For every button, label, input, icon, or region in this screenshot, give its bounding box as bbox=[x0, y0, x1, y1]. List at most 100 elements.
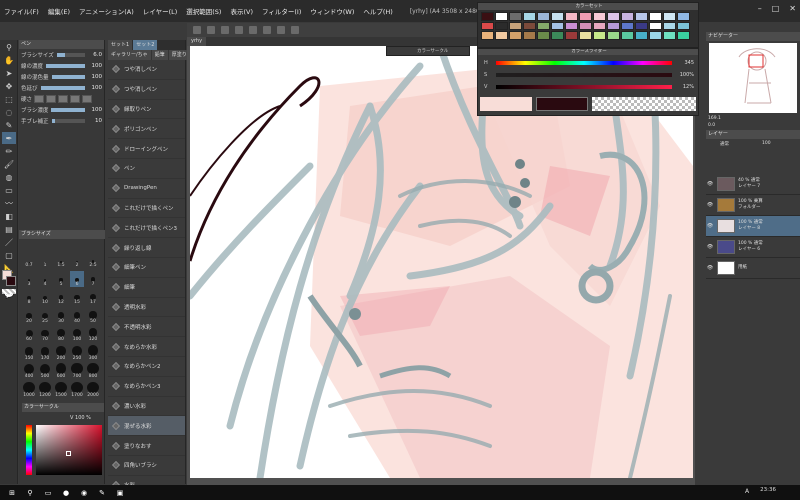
tab-gallery[interactable]: ギャラリー/ちゃ bbox=[108, 50, 151, 60]
blend-tool-icon[interactable]: 〰 bbox=[2, 197, 16, 209]
subtool-item[interactable]: 四角いブラシ bbox=[108, 456, 185, 476]
brush-size-preset[interactable]: 5 bbox=[54, 271, 68, 287]
color-set-swatch[interactable] bbox=[551, 21, 564, 30]
current-color-swatch[interactable] bbox=[536, 97, 588, 111]
subtool-item[interactable]: 塗りなおす bbox=[108, 436, 185, 456]
brush-size-preset[interactable]: 60 bbox=[22, 326, 36, 342]
subtool-item[interactable]: 繰り返し線 bbox=[108, 238, 185, 258]
save-icon[interactable] bbox=[221, 26, 229, 34]
layer-row[interactable]: 👁 100 % 通常 レイヤー 8 bbox=[706, 216, 800, 237]
color-set-swatch[interactable] bbox=[677, 31, 690, 40]
brush-size-preset[interactable]: 3 bbox=[22, 271, 36, 287]
property-row[interactable]: 線の混色量 100 bbox=[19, 71, 104, 82]
brush-size-preset[interactable]: 40 bbox=[70, 308, 84, 324]
color-set-swatch[interactable] bbox=[621, 21, 634, 30]
value-slider-row[interactable]: V 12% bbox=[484, 82, 694, 92]
color-picker-cursor[interactable] bbox=[66, 451, 71, 456]
brush-size-preset[interactable]: 15 bbox=[70, 289, 84, 305]
fill-tool-icon[interactable]: ◧ bbox=[2, 210, 16, 222]
color-set-swatch[interactable] bbox=[579, 12, 592, 21]
color-set-swatch[interactable] bbox=[523, 12, 536, 21]
saturation-track[interactable] bbox=[496, 73, 672, 77]
brush-size-preset[interactable]: 4 bbox=[38, 271, 52, 287]
brush-size-preset[interactable]: 300 bbox=[86, 345, 100, 361]
folder-icon[interactable]: ▣ bbox=[114, 488, 126, 498]
hue-bar[interactable] bbox=[26, 425, 32, 475]
brush-size-preset[interactable]: 500 bbox=[38, 363, 52, 379]
color-set-swatch[interactable] bbox=[677, 21, 690, 30]
brush-size-preset[interactable]: 600 bbox=[54, 363, 68, 379]
brush-size-preset[interactable]: 1700 bbox=[70, 381, 84, 398]
layer-row[interactable]: 👁 40 % 通常 レイヤー 7 bbox=[706, 174, 800, 195]
brush-size-preset[interactable]: 1000 bbox=[22, 381, 36, 398]
color-set-swatch[interactable] bbox=[537, 12, 550, 21]
brush-size-property[interactable]: ブラシサイズ 6.0 bbox=[19, 49, 104, 60]
transform-icon[interactable] bbox=[291, 26, 299, 34]
brush-size-preset[interactable]: 1200 bbox=[38, 381, 52, 398]
color-set-swatch[interactable] bbox=[607, 21, 620, 30]
layer-row[interactable]: 👁 100 % 乗算 フォルダー bbox=[706, 195, 800, 216]
brush-size-preset[interactable]: 700 bbox=[70, 363, 84, 379]
eye-icon[interactable]: 👁 bbox=[706, 223, 714, 229]
previous-color-swatch[interactable] bbox=[480, 97, 532, 111]
subtool-item[interactable]: ペン bbox=[108, 159, 185, 179]
fg-bg-color-chips[interactable] bbox=[2, 270, 16, 294]
brush-size-preset[interactable]: 6 bbox=[70, 270, 84, 287]
brush-size-preset[interactable]: 25 bbox=[38, 308, 52, 324]
subtool-item[interactable]: 混ぜる水彩 bbox=[108, 416, 185, 437]
subtool-item[interactable]: なめらかペン3 bbox=[108, 377, 185, 397]
brush-size-preset[interactable]: 100 bbox=[70, 326, 84, 342]
pen-tool-icon[interactable]: ✒ bbox=[2, 132, 16, 144]
transparent-swatch[interactable] bbox=[592, 97, 696, 111]
color-set-swatch[interactable] bbox=[649, 31, 662, 40]
color-set-swatch[interactable] bbox=[635, 12, 648, 21]
navigator-zoom[interactable]: 169.1 bbox=[708, 116, 721, 121]
maximize-button[interactable]: □ bbox=[772, 4, 780, 13]
menu-layer[interactable]: レイヤー(L) bbox=[143, 6, 178, 16]
property-slider[interactable] bbox=[46, 63, 85, 68]
color-set-swatch[interactable] bbox=[607, 12, 620, 21]
color-set-swatch[interactable] bbox=[579, 31, 592, 40]
saturation-value-square[interactable] bbox=[36, 425, 102, 475]
brush-size-preset[interactable]: 1.5 bbox=[54, 252, 68, 268]
fill-icon[interactable] bbox=[277, 26, 285, 34]
hue-track[interactable] bbox=[496, 61, 672, 65]
tab-set2[interactable]: セット2 bbox=[133, 40, 158, 50]
brush-size-preset[interactable]: 70 bbox=[38, 326, 52, 342]
browser-icon[interactable]: ● bbox=[60, 488, 72, 498]
brush-size-preset[interactable]: 10 bbox=[38, 289, 52, 305]
brush-size-preset[interactable]: 0.7 bbox=[22, 252, 36, 268]
lasso-tool-icon[interactable]: ◌ bbox=[2, 106, 16, 118]
canvas-tab[interactable]: yrhy bbox=[187, 37, 207, 46]
color-set-swatch[interactable] bbox=[551, 31, 564, 40]
eye-icon[interactable]: 👁 bbox=[706, 244, 714, 250]
tab-pencil[interactable]: 鉛筆 bbox=[151, 50, 168, 60]
color-set-swatch[interactable] bbox=[663, 31, 676, 40]
color-set-swatch[interactable] bbox=[523, 21, 536, 30]
minimize-button[interactable]: – bbox=[758, 4, 762, 13]
color-set-swatch[interactable] bbox=[621, 12, 634, 21]
brush-size-preset[interactable]: 1 bbox=[38, 252, 52, 268]
app-icon[interactable]: ◉ bbox=[78, 488, 90, 498]
color-set-swatch[interactable] bbox=[481, 12, 494, 21]
eye-icon[interactable]: 👁 bbox=[706, 265, 714, 271]
color-set-swatch[interactable] bbox=[537, 31, 550, 40]
menu-edit[interactable]: 編集(E) bbox=[48, 6, 70, 16]
color-set-swatch[interactable] bbox=[607, 31, 620, 40]
property-slider[interactable] bbox=[51, 118, 85, 123]
subtool-item[interactable]: ポリゴンペン bbox=[108, 119, 185, 140]
brush-size-preset[interactable]: 20 bbox=[22, 308, 36, 324]
color-set-swatch[interactable] bbox=[551, 12, 564, 21]
redo-icon[interactable] bbox=[249, 26, 257, 34]
frame-tool-icon[interactable]: ▢ bbox=[2, 249, 16, 261]
color-set-swatch[interactable] bbox=[523, 31, 536, 40]
brush-size-preset[interactable]: 250 bbox=[70, 345, 84, 361]
brush-size-preset[interactable]: 2000 bbox=[86, 381, 100, 398]
subtool-item[interactable]: つや消しペン bbox=[108, 60, 185, 80]
brush-size-preset[interactable]: 800 bbox=[86, 363, 100, 379]
brush-size-preset[interactable]: 8 bbox=[22, 289, 36, 305]
menu-view[interactable]: 表示(V) bbox=[230, 6, 253, 16]
brush-size-preset[interactable]: 50 bbox=[86, 308, 100, 324]
subtool-item[interactable]: ドローイングペン bbox=[108, 139, 185, 159]
subtool-item[interactable]: 不透明水彩 bbox=[108, 317, 185, 338]
